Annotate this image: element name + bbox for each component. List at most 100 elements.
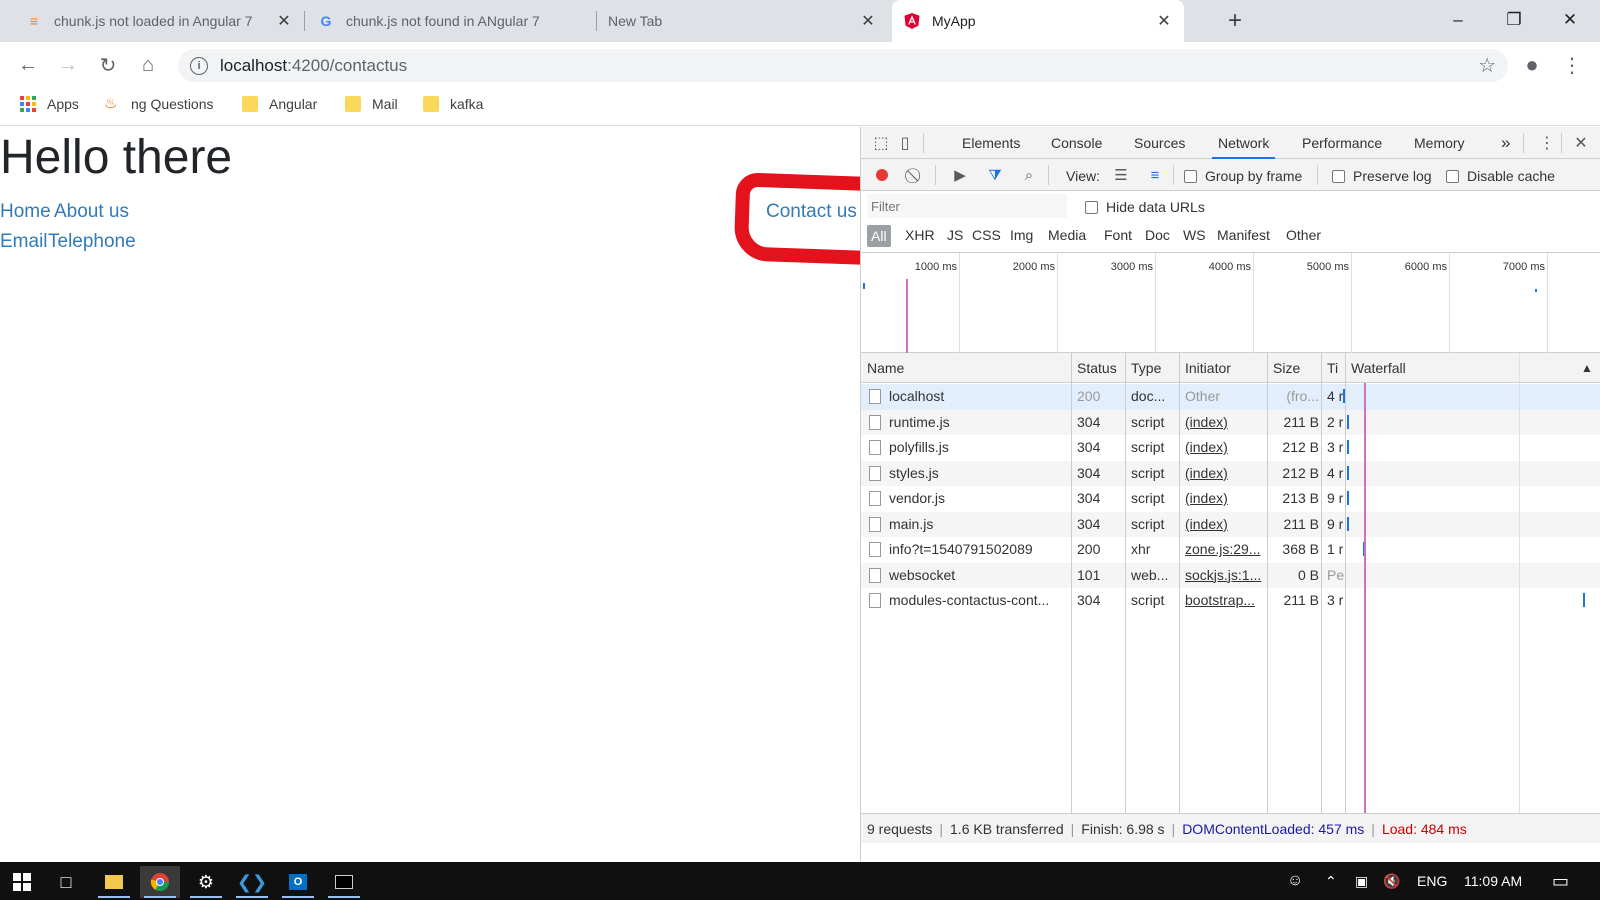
reload-icon[interactable]: ↻ xyxy=(94,51,122,79)
bookmark-apps[interactable]: Apps xyxy=(20,96,79,112)
table-row[interactable]: localhost 200 doc... Other (fro... 4 r xyxy=(861,384,1600,410)
network-overview-timeline[interactable]: 1000 ms 2000 ms 3000 ms 4000 ms 5000 ms … xyxy=(861,253,1600,353)
filter-type-manifest[interactable]: Manifest xyxy=(1217,227,1270,243)
search-icon[interactable]: ⌕ xyxy=(1020,166,1038,184)
sort-ascending-icon[interactable]: ▲ xyxy=(1581,353,1595,383)
telephone-link[interactable]: Telephone xyxy=(48,231,136,253)
email-link[interactable]: Email xyxy=(0,231,48,253)
browser-tab-active[interactable]: MyApp ✕ xyxy=(892,0,1184,42)
filter-type-all[interactable]: All xyxy=(867,225,891,247)
devtools-menu-icon[interactable]: ⋮ xyxy=(1537,133,1557,153)
table-row[interactable]: vendor.js 304 script (index) 213 B 9 r xyxy=(861,486,1600,512)
action-center-icon[interactable]: ▭ xyxy=(1552,862,1569,900)
tab-performance[interactable]: Performance xyxy=(1302,127,1382,159)
device-toolbar-icon[interactable]: ▯ xyxy=(895,133,915,153)
window-close-icon[interactable]: ✕ xyxy=(1542,0,1598,40)
large-rows-icon[interactable]: ☰ xyxy=(1112,166,1130,184)
filter-type-xhr[interactable]: XHR xyxy=(905,227,935,243)
filter-input[interactable] xyxy=(867,194,1067,218)
network-icon[interactable]: ▣ xyxy=(1355,862,1368,900)
group-by-frame-checkbox[interactable]: Group by frame xyxy=(1184,168,1302,184)
column-waterfall[interactable]: Waterfall xyxy=(1351,353,1511,383)
task-view-icon[interactable]: □ xyxy=(46,866,86,898)
column-time[interactable]: Ti xyxy=(1327,353,1345,383)
filter-type-doc[interactable]: Doc xyxy=(1145,227,1170,243)
bookmark-mail[interactable]: Mail xyxy=(345,96,398,112)
request-initiator[interactable]: (index) xyxy=(1185,435,1265,460)
overview-icon[interactable]: ≡ xyxy=(1146,166,1164,184)
clear-icon[interactable]: ⃠ xyxy=(907,166,925,184)
table-row[interactable]: styles.js 304 script (index) 212 B 4 r xyxy=(861,460,1600,486)
restore-icon[interactable]: ❐ xyxy=(1486,0,1542,40)
tab-console[interactable]: Console xyxy=(1051,127,1102,159)
column-type[interactable]: Type xyxy=(1131,353,1181,383)
vscode-icon[interactable]: ❮❯ xyxy=(232,866,272,898)
filter-type-media[interactable]: Media xyxy=(1048,227,1086,243)
address-bar[interactable]: i localhost :4200/contactus ☆ xyxy=(178,49,1508,82)
close-tab-icon[interactable]: ✕ xyxy=(274,11,294,31)
filter-type-other[interactable]: Other xyxy=(1286,227,1321,243)
tab-memory[interactable]: Memory xyxy=(1414,127,1465,159)
chrome-icon[interactable] xyxy=(140,866,180,898)
request-initiator[interactable]: (index) xyxy=(1185,486,1265,511)
request-initiator[interactable]: sockjs.js:1... xyxy=(1185,563,1265,588)
browser-tab-1[interactable]: ≡ chunk.js not loaded in Angular 7 ✕ xyxy=(14,0,304,42)
forward-arrow-icon[interactable]: → xyxy=(54,51,82,79)
inspect-element-icon[interactable]: ⬚ xyxy=(871,133,891,153)
clock[interactable]: 11:09 AM xyxy=(1464,862,1522,900)
bookmark-angular[interactable]: Angular xyxy=(242,96,317,112)
tab-network[interactable]: Network xyxy=(1212,127,1276,159)
filter-type-img[interactable]: Img xyxy=(1010,227,1033,243)
disable-cache-checkbox[interactable]: Disable cache xyxy=(1446,168,1555,184)
table-row[interactable]: runtime.js 304 script (index) 211 B 2 r xyxy=(861,409,1600,435)
windows-start-icon[interactable] xyxy=(2,866,42,898)
browser-tab-3[interactable]: New Tab ✕ xyxy=(598,0,888,42)
volume-muted-icon[interactable]: 🔇 xyxy=(1383,862,1400,900)
tab-elements[interactable]: Elements xyxy=(962,127,1020,159)
column-status[interactable]: Status xyxy=(1077,353,1127,383)
profile-avatar-icon[interactable]: ● xyxy=(1518,51,1546,79)
hide-data-urls-checkbox[interactable]: Hide data URLs xyxy=(1085,199,1205,215)
request-initiator[interactable]: bootstrap... xyxy=(1185,588,1265,613)
bookmark-star-icon[interactable]: ☆ xyxy=(1478,53,1496,78)
filter-icon[interactable]: ⧩ xyxy=(986,166,1004,184)
request-initiator[interactable]: (index) xyxy=(1185,410,1265,435)
record-icon[interactable] xyxy=(873,166,891,184)
minimize-icon[interactable]: – xyxy=(1430,0,1486,40)
filter-type-ws[interactable]: WS xyxy=(1183,227,1206,243)
request-initiator[interactable]: zone.js:29... xyxy=(1185,537,1265,562)
close-tab-icon[interactable]: ✕ xyxy=(1154,11,1174,31)
table-row[interactable]: main.js 304 script (index) 211 B 9 r xyxy=(861,511,1600,537)
table-row[interactable]: websocket 101 web... sockjs.js:1... 0 B Pe xyxy=(861,562,1600,588)
new-tab-icon[interactable]: + xyxy=(1222,7,1248,34)
bookmark-kafka[interactable]: kafka xyxy=(423,96,483,112)
request-initiator[interactable]: (index) xyxy=(1185,512,1265,537)
table-row[interactable]: polyfills.js 304 script (index) 212 B 3 r xyxy=(861,435,1600,461)
site-info-icon[interactable]: i xyxy=(190,56,208,75)
column-size[interactable]: Size xyxy=(1273,353,1319,383)
table-row[interactable]: modules-contactus-cont... 304 script bootst… xyxy=(861,588,1600,614)
column-name[interactable]: Name xyxy=(867,353,1067,383)
capture-screenshots-icon[interactable]: ▶ xyxy=(951,166,969,184)
browser-tab-2[interactable]: G chunk.js not found in ANgular 7 xyxy=(306,0,596,42)
bookmark-ng-questions[interactable]: ♨ ng Questions xyxy=(104,96,214,113)
table-row[interactable]: info?t=1540791502089 200 xhr zone.js:29... 3… xyxy=(861,537,1600,563)
home-link[interactable]: Home xyxy=(0,201,51,223)
file-explorer-icon[interactable] xyxy=(94,866,134,898)
people-icon[interactable]: ☺ xyxy=(1287,862,1303,900)
filter-type-js[interactable]: JS xyxy=(947,227,963,243)
about-us-link[interactable]: About us xyxy=(54,201,129,223)
filter-type-css[interactable]: CSS xyxy=(972,227,1001,243)
request-initiator[interactable]: (index) xyxy=(1185,461,1265,486)
column-initiator[interactable]: Initiator xyxy=(1185,353,1265,383)
browser-menu-icon[interactable]: ⋮ xyxy=(1558,51,1586,79)
outlook-icon[interactable]: O xyxy=(278,866,318,898)
settings-app-icon[interactable]: ⚙ xyxy=(186,866,226,898)
preserve-log-checkbox[interactable]: Preserve log xyxy=(1332,168,1432,184)
close-devtools-icon[interactable]: ✕ xyxy=(1571,133,1591,153)
tab-sources[interactable]: Sources xyxy=(1134,127,1185,159)
back-arrow-icon[interactable]: ← xyxy=(14,51,42,79)
more-tabs-icon[interactable]: » xyxy=(1501,127,1510,159)
command-prompt-icon[interactable] xyxy=(324,866,364,898)
input-language[interactable]: ENG xyxy=(1417,862,1447,900)
